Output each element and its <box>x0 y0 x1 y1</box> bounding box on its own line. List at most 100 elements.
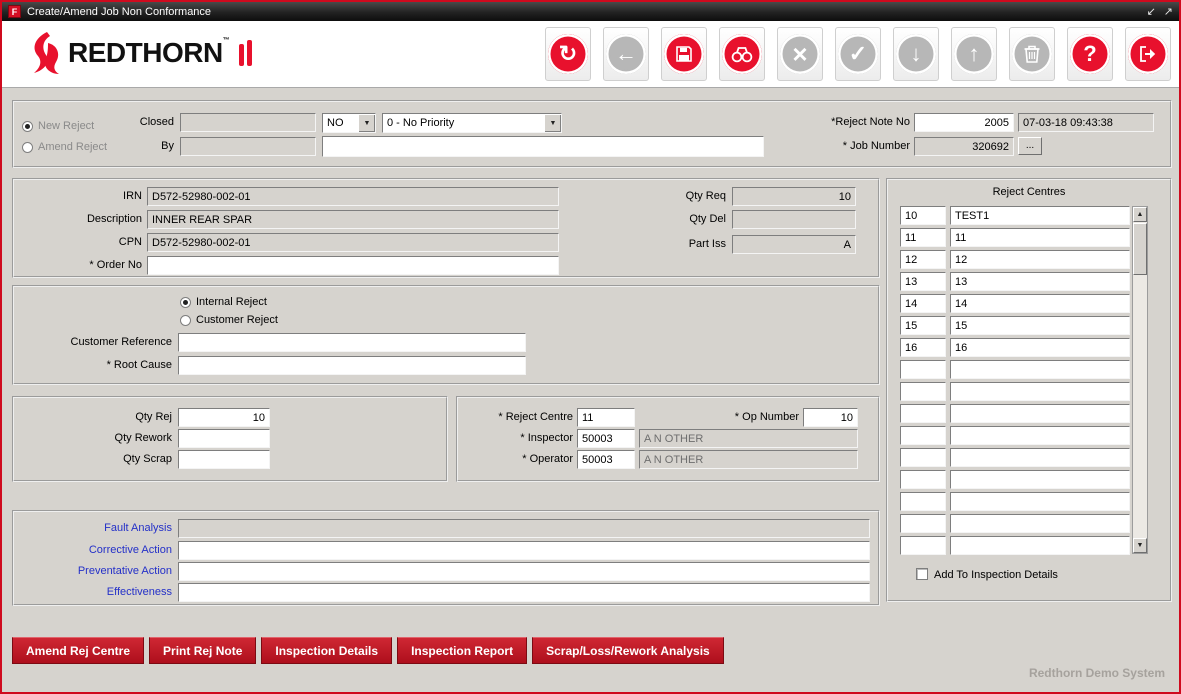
inspector-input[interactable] <box>577 429 635 448</box>
title-bar: F Create/Amend Job Non Conformance ↙ ↗ <box>2 2 1179 21</box>
reject-centre-code[interactable] <box>900 448 946 467</box>
qty-rej-input[interactable] <box>178 408 270 427</box>
reject-centre-name[interactable] <box>950 360 1130 379</box>
effectiveness-input[interactable] <box>178 583 870 602</box>
move-down-button[interactable]: ↓ <box>893 27 939 81</box>
list-item[interactable] <box>900 514 1132 536</box>
list-item[interactable] <box>900 448 1132 470</box>
reject-centre-code[interactable] <box>900 382 946 401</box>
reject-centre-code[interactable]: 16 <box>900 338 946 357</box>
save-button[interactable] <box>661 27 707 81</box>
delete-button[interactable] <box>1009 27 1055 81</box>
list-item[interactable]: 10TEST1 <box>900 206 1132 228</box>
reject-centre-code[interactable] <box>900 404 946 423</box>
cancel-button[interactable]: × <box>777 27 823 81</box>
preventative-action-input[interactable] <box>178 562 870 581</box>
op-number-input[interactable] <box>803 408 858 427</box>
list-item[interactable] <box>900 360 1132 382</box>
qty-rework-input[interactable] <box>178 429 270 448</box>
reject-centre-name[interactable]: 15 <box>950 316 1130 335</box>
reject-centre-name[interactable] <box>950 492 1130 511</box>
reject-centre-name[interactable]: 12 <box>950 250 1130 269</box>
reject-centre-name[interactable] <box>950 470 1130 489</box>
reject-centre-code[interactable]: 14 <box>900 294 946 313</box>
reject-centre-code[interactable] <box>900 492 946 511</box>
scroll-down-icon[interactable]: ▼ <box>1133 538 1147 553</box>
operator-input[interactable] <box>577 450 635 469</box>
list-item[interactable]: 1515 <box>900 316 1132 338</box>
customer-reference-input[interactable] <box>178 333 526 352</box>
scrollbar[interactable]: ▲ ▼ <box>1132 206 1148 554</box>
corrective-action-input[interactable] <box>178 541 870 560</box>
reject-centre-code[interactable] <box>900 426 946 445</box>
internal-reject-radio[interactable] <box>180 297 191 308</box>
reject-centre-code[interactable] <box>900 470 946 489</box>
confirm-button[interactable]: ✓ <box>835 27 881 81</box>
inspection-details-button[interactable]: Inspection Details <box>261 637 392 664</box>
list-item[interactable]: 1313 <box>900 272 1132 294</box>
scroll-thumb[interactable] <box>1133 223 1147 275</box>
customer-reject-radio[interactable] <box>180 315 191 326</box>
reject-centre-code[interactable]: 15 <box>900 316 946 335</box>
list-item[interactable] <box>900 470 1132 492</box>
back-button[interactable]: ← <box>603 27 649 81</box>
reject-centre-name[interactable]: 14 <box>950 294 1130 313</box>
reject-centre-name[interactable] <box>950 514 1130 533</box>
reject-centre-code[interactable] <box>900 536 946 555</box>
closed-select[interactable]: NO ▼ <box>322 113 376 133</box>
reject-centre-name[interactable] <box>950 426 1130 445</box>
reject-centre-input[interactable] <box>577 408 635 427</box>
reject-centre-code[interactable] <box>900 360 946 379</box>
reject-centre-name[interactable] <box>950 536 1130 555</box>
priority-select[interactable]: 0 - No Priority ▼ <box>382 113 562 133</box>
amend-reject-radio[interactable] <box>22 142 33 153</box>
list-item[interactable] <box>900 492 1132 514</box>
reject-centre-code[interactable] <box>900 514 946 533</box>
reject-centre-name[interactable]: TEST1 <box>950 206 1130 225</box>
reject-centre-name[interactable] <box>950 404 1130 423</box>
qty-scrap-input[interactable] <box>178 450 270 469</box>
reject-centre-name[interactable] <box>950 382 1130 401</box>
action-bar: Amend Rej Centre Print Rej Note Inspecti… <box>12 637 724 664</box>
scrap-loss-rework-button[interactable]: Scrap/Loss/Rework Analysis <box>532 637 724 664</box>
restore-icon[interactable]: ↙ <box>1147 5 1156 18</box>
reject-centre-name[interactable]: 13 <box>950 272 1130 291</box>
reject-centre-name[interactable]: 11 <box>950 228 1130 247</box>
reject-centre-code[interactable]: 11 <box>900 228 946 247</box>
scroll-up-icon[interactable]: ▲ <box>1133 207 1147 222</box>
new-reject-radio[interactable] <box>22 121 33 132</box>
exit-button[interactable] <box>1125 27 1171 81</box>
job-browse-button[interactable]: ... <box>1018 137 1042 155</box>
move-up-button[interactable]: ↑ <box>951 27 997 81</box>
list-item[interactable] <box>900 426 1132 448</box>
reject-note-no-input[interactable] <box>914 113 1014 132</box>
corrective-action-label: Corrective Action <box>44 544 172 556</box>
list-item[interactable] <box>900 536 1132 558</box>
inspection-report-button[interactable]: Inspection Report <box>397 637 527 664</box>
chevron-down-icon[interactable]: ▼ <box>358 114 375 132</box>
reject-centre-code[interactable]: 10 <box>900 206 946 225</box>
print-rej-note-button[interactable]: Print Rej Note <box>149 637 256 664</box>
list-item[interactable]: 1111 <box>900 228 1132 250</box>
add-to-inspection-checkbox[interactable] <box>916 568 928 580</box>
root-cause-input[interactable] <box>178 356 526 375</box>
list-item[interactable] <box>900 382 1132 404</box>
maximize-icon[interactable]: ↗ <box>1164 5 1173 18</box>
root-cause-label: * Root Cause <box>54 359 172 371</box>
by-label: By <box>94 140 174 152</box>
chevron-down-icon[interactable]: ▼ <box>544 114 561 132</box>
reject-centre-code[interactable]: 12 <box>900 250 946 269</box>
amend-rej-centre-button[interactable]: Amend Rej Centre <box>12 637 144 664</box>
list-item[interactable]: 1414 <box>900 294 1132 316</box>
refresh-button[interactable]: ↻ <box>545 27 591 81</box>
search-button[interactable] <box>719 27 765 81</box>
list-item[interactable]: 1212 <box>900 250 1132 272</box>
help-button[interactable]: ? <box>1067 27 1113 81</box>
reject-centre-name[interactable]: 16 <box>950 338 1130 357</box>
reject-centre-name[interactable] <box>950 448 1130 467</box>
list-item[interactable] <box>900 404 1132 426</box>
order-no-input[interactable] <box>147 256 559 275</box>
by-detail-input[interactable] <box>322 136 764 157</box>
list-item[interactable]: 1616 <box>900 338 1132 360</box>
reject-centre-code[interactable]: 13 <box>900 272 946 291</box>
